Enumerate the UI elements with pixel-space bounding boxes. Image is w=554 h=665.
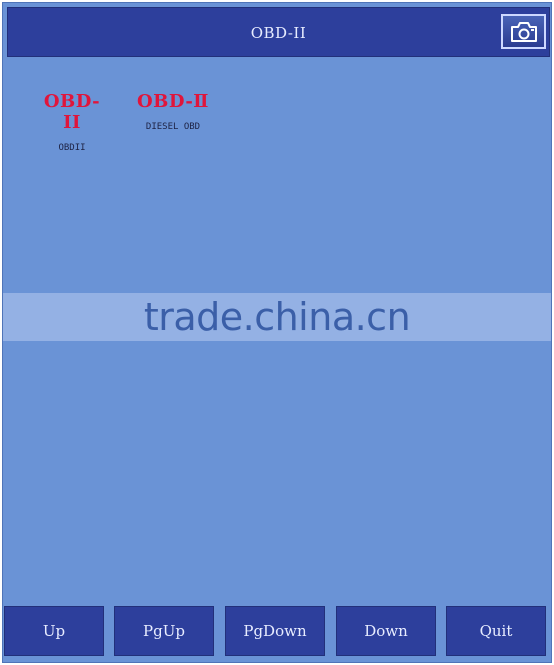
- camera-icon: [510, 21, 537, 42]
- watermark-text: trade.china.cn: [143, 295, 411, 339]
- header-bar: OBD-II: [7, 7, 550, 57]
- page-title: OBD-II: [250, 24, 307, 42]
- watermark-band: trade.china.cn: [3, 293, 551, 341]
- diesel-obd-logo: OBD-Ⅱ: [137, 91, 209, 112]
- screenshot-button[interactable]: [501, 14, 546, 49]
- page-up-button[interactable]: PgUp: [114, 606, 214, 656]
- footer-bar: Up PgUp PgDown Down Quit: [4, 606, 548, 656]
- app-tile-diesel-obd[interactable]: OBD-Ⅱ DIESEL OBD: [135, 91, 211, 132]
- app-tile-obdii[interactable]: OBD-II OBDII: [37, 91, 107, 153]
- screen: OBD-II OBD-II OBDII OBD-Ⅱ DIESEL OBD tra…: [2, 2, 552, 663]
- quit-button[interactable]: Quit: [446, 606, 546, 656]
- up-button[interactable]: Up: [4, 606, 104, 656]
- app-label: DIESEL OBD: [145, 122, 201, 132]
- page-down-button[interactable]: PgDown: [225, 606, 325, 656]
- app-label: OBDII: [58, 143, 86, 153]
- obdii-logo: OBD-II: [43, 91, 101, 133]
- down-button[interactable]: Down: [336, 606, 436, 656]
